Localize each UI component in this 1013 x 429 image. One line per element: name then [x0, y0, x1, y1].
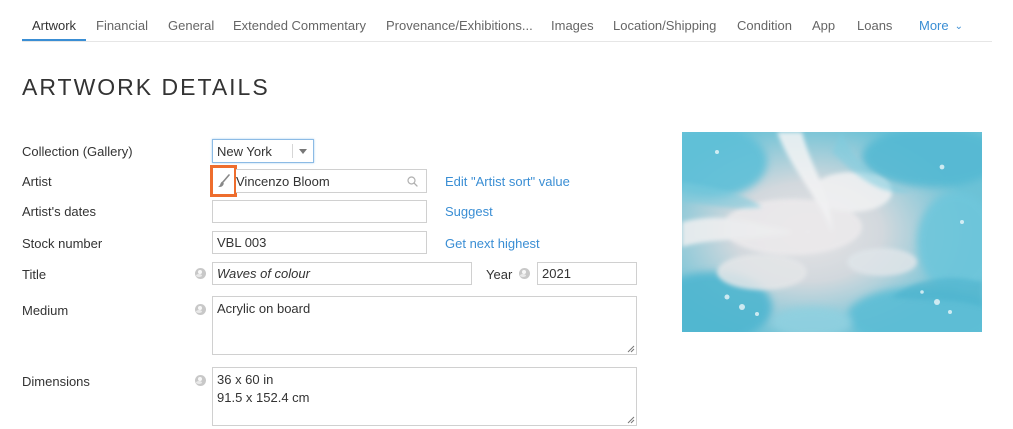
- tab-artwork[interactable]: Artwork: [32, 18, 76, 33]
- artist-dates-input[interactable]: [212, 200, 427, 223]
- year-input[interactable]: [537, 262, 637, 285]
- suggest-link[interactable]: Suggest: [445, 204, 493, 219]
- more-label: More: [919, 18, 949, 33]
- globe-icon[interactable]: [195, 375, 206, 386]
- dropdown-arrow-icon: [299, 149, 307, 154]
- tab-provenance-exhibitions[interactable]: Provenance/Exhibitions...: [386, 18, 533, 33]
- artist-input[interactable]: Vincenzo Bloom: [236, 169, 427, 193]
- tab-financial[interactable]: Financial: [96, 18, 148, 33]
- resize-handle-icon[interactable]: [627, 416, 635, 424]
- dimensions-label: Dimensions: [22, 374, 90, 389]
- artwork-painting: [682, 132, 982, 332]
- tab-images[interactable]: Images: [551, 18, 594, 33]
- artist-value: Vincenzo Bloom: [236, 174, 330, 189]
- page-title: ARTWORK DETAILS: [22, 74, 270, 100]
- tab-more[interactable]: More ⌄: [919, 18, 963, 33]
- chevron-down-icon: ⌄: [954, 21, 964, 32]
- artist-label: Artist: [22, 174, 52, 189]
- tab-general[interactable]: General: [168, 18, 214, 33]
- tab-location-shipping[interactable]: Location/Shipping: [613, 18, 716, 33]
- search-icon[interactable]: [407, 176, 418, 187]
- globe-icon[interactable]: [195, 304, 206, 315]
- year-label: Year: [486, 267, 513, 282]
- stock-number-label: Stock number: [22, 236, 103, 251]
- collection-label: Collection (Gallery): [22, 144, 133, 159]
- collection-value: New York: [217, 144, 272, 159]
- title-label: Title: [22, 267, 47, 282]
- artist-dates-label: Artist's dates: [22, 204, 97, 219]
- title-input[interactable]: [212, 262, 472, 285]
- active-tab-indicator: [22, 39, 86, 41]
- dimensions-textarea[interactable]: 36 x 60 in 91.5 x 152.4 cm: [212, 367, 637, 426]
- globe-icon[interactable]: [195, 268, 206, 279]
- medium-textarea[interactable]: Acrylic on board: [212, 296, 637, 355]
- tab-extended-commentary[interactable]: Extended Commentary: [233, 18, 366, 33]
- tab-bar: Artwork Financial General Extended Comme…: [22, 0, 992, 42]
- artwork-image[interactable]: [682, 132, 982, 332]
- medium-label: Medium: [22, 303, 69, 318]
- paintbrush-icon: [218, 174, 230, 187]
- resize-handle-icon[interactable]: [627, 345, 635, 353]
- collection-select[interactable]: New York: [212, 139, 314, 163]
- tab-loans[interactable]: Loans: [857, 18, 892, 33]
- globe-icon[interactable]: [519, 268, 530, 279]
- select-divider: [292, 144, 293, 158]
- get-next-highest-link[interactable]: Get next highest: [445, 236, 540, 251]
- paintbrush-button[interactable]: [210, 165, 237, 197]
- edit-artist-sort-link[interactable]: Edit "Artist sort" value: [445, 174, 570, 189]
- tab-app[interactable]: App: [812, 18, 835, 33]
- stock-number-input[interactable]: [212, 231, 427, 254]
- tab-condition[interactable]: Condition: [737, 18, 792, 33]
